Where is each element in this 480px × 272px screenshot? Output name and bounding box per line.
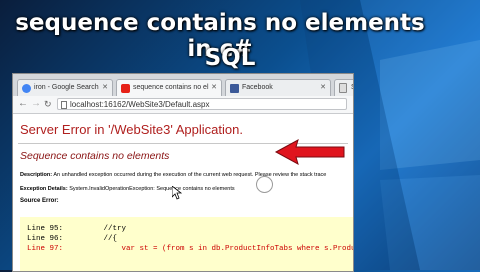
browser-toolbar: ← → ↻ localhost:16162/WebSite3/Default.a… (13, 96, 353, 114)
reload-icon[interactable]: ↻ (44, 98, 52, 110)
google-icon (22, 84, 31, 93)
code-line: Line 96: //{ (27, 235, 118, 243)
tab-youtube[interactable]: sequence contains no el ✕ (116, 79, 222, 96)
exception-label: Exception Details: (20, 186, 68, 192)
tab-current[interactable]: Se (334, 79, 353, 96)
address-bar[interactable]: localhost:16162/WebSite3/Default.aspx (57, 98, 347, 110)
source-error-label: Source Error: (20, 198, 59, 204)
back-arrow-icon[interactable]: ← (18, 98, 28, 110)
page-title: Server Error in '/WebSite3' Application. (20, 122, 243, 137)
mouse-cursor-icon (172, 186, 182, 200)
video-headline-line2: SQL (204, 45, 256, 71)
forward-arrow-icon[interactable]: → (31, 98, 41, 110)
tab-label: Se (351, 84, 353, 91)
tab-facebook[interactable]: Facebook ✕ (225, 79, 331, 96)
code-block: Line 95: //try Line 96: //{ Line 97: var… (20, 217, 353, 271)
close-icon[interactable]: ✕ (102, 80, 108, 96)
code-line-highlighted: Line 97: var st = (from s in db.ProductI… (27, 245, 354, 253)
description-text: An unhandled exception occurred during t… (53, 172, 327, 178)
tab-label: iron - Google Search (34, 84, 99, 91)
description-label: Description: (20, 172, 53, 178)
browser-window: iron - Google Search ✕ sequence contains… (12, 73, 354, 272)
description-row: Description: An unhandled exception occu… (20, 172, 326, 178)
tab-label: Facebook (242, 84, 273, 91)
tab-label: sequence contains no el (133, 84, 209, 91)
close-icon[interactable]: ✕ (320, 80, 326, 96)
exception-text: System.InvalidOperationException: Sequen… (69, 186, 235, 192)
youtube-icon (121, 84, 130, 93)
url-text: localhost:16162/WebSite3/Default.aspx (70, 100, 210, 109)
close-icon[interactable]: ✕ (211, 80, 217, 96)
error-message: Sequence contains no elements (20, 150, 170, 162)
red-arrow-icon (274, 139, 345, 165)
page-info-icon (61, 101, 67, 109)
exception-row: Exception Details: System.InvalidOperati… (20, 186, 235, 192)
facebook-icon (230, 84, 239, 93)
tab-google-search[interactable]: iron - Google Search ✕ (17, 79, 113, 96)
code-line: Line 95: //try (27, 225, 127, 233)
page-icon (339, 83, 347, 93)
click-indicator (256, 176, 273, 193)
error-page: Server Error in '/WebSite3' Application.… (13, 114, 353, 271)
tab-bar: iron - Google Search ✕ sequence contains… (13, 74, 353, 96)
